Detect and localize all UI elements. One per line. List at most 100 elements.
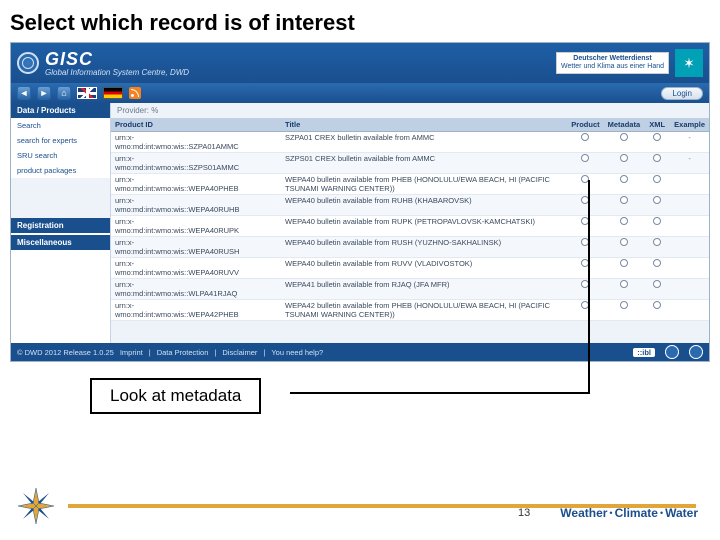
table-row: urn:x-wmo:md:int:wmo:wis::WEPA40RUVVWEPA…: [111, 258, 709, 279]
home-button[interactable]: ⌂: [57, 86, 71, 100]
dwd-badge: Deutscher Wetterdienst Wetter und Klima …: [556, 52, 669, 73]
app-footer: © DWD 2012 Release 1.0.25 Imprint| Data …: [11, 343, 709, 361]
callout-box: Look at metadata: [90, 378, 261, 414]
cell-product-id: urn:x-wmo:md:int:wmo:wis::WEPA40RUSH: [111, 237, 281, 258]
brand-name: GISC: [45, 50, 189, 68]
page-number: 13: [518, 507, 530, 519]
table-row: urn:x-wmo:md:int:wmo:wis::WEPA40RUSHWEPA…: [111, 237, 709, 258]
main-panel: Provider: % Product ID Title Product Met…: [111, 103, 709, 345]
cell-product-id: urn:x-wmo:md:int:wmo:wis::WEPA40RUVV: [111, 258, 281, 279]
radio-xml[interactable]: [653, 301, 661, 309]
sidebar-item-experts[interactable]: search for experts: [11, 133, 110, 148]
table-row: urn:x-wmo:md:int:wmo:wis::SZPA01AMMCSZPA…: [111, 132, 709, 153]
annotation-line-vertical: [588, 180, 590, 394]
app-header: GISC Global Information System Centre, D…: [11, 43, 709, 83]
footer-copyright: © DWD 2012 Release 1.0.25: [17, 348, 114, 357]
cell-title: SZPA01 CREX bulletin available from AMMC: [281, 132, 567, 153]
radio-metadata[interactable]: [620, 238, 628, 246]
wcw-water: Water: [665, 506, 698, 520]
footer-dwd-icon: [665, 345, 679, 359]
col-xml[interactable]: XML: [644, 118, 670, 132]
forward-button[interactable]: ►: [37, 86, 51, 100]
wmo-logo-icon: [17, 52, 39, 74]
cell-title: WEPA40 bulletin available from PHEB (HON…: [281, 174, 567, 195]
footer-wmo-icon: [689, 345, 703, 359]
cell-example: -: [670, 153, 709, 174]
cell-product-id: urn:x-wmo:md:int:wmo:wis::WEPA40PHEB: [111, 174, 281, 195]
cell-title: SZPS01 CREX bulletin available from AMMC: [281, 153, 567, 174]
dwd-tile-icon: ✶: [675, 49, 703, 77]
radio-xml[interactable]: [653, 154, 661, 162]
sidebar-heading-registration[interactable]: Registration: [11, 218, 110, 233]
radio-metadata[interactable]: [620, 175, 628, 183]
radio-metadata[interactable]: [620, 154, 628, 162]
weather-climate-water: Weather • Climate • Water: [560, 506, 698, 520]
cell-example: [670, 300, 709, 321]
radio-xml[interactable]: [653, 133, 661, 141]
provider-label: Provider: %: [111, 103, 709, 118]
cell-title: WEPA40 bulletin available from RUHB (KHA…: [281, 195, 567, 216]
app-window: GISC Global Information System Centre, D…: [10, 42, 710, 362]
col-product[interactable]: Product: [567, 118, 603, 132]
cell-title: WEPA42 bulletin available from PHEB (HON…: [281, 300, 567, 321]
sidebar-heading-data: Data / Products: [11, 103, 110, 118]
table-row: urn:x-wmo:md:int:wmo:wis::WEPA42PHEBWEPA…: [111, 300, 709, 321]
col-title[interactable]: Title: [281, 118, 567, 132]
radio-xml[interactable]: [653, 259, 661, 267]
cell-example: [670, 216, 709, 237]
cell-title: WEPA40 bulletin available from RUPK (PET…: [281, 216, 567, 237]
cell-product-id: urn:x-wmo:md:int:wmo:wis::SZPS01AMMC: [111, 153, 281, 174]
radio-xml[interactable]: [653, 238, 661, 246]
radio-metadata[interactable]: [620, 133, 628, 141]
col-metadata[interactable]: Metadata: [604, 118, 645, 132]
back-button[interactable]: ◄: [17, 86, 31, 100]
radio-product[interactable]: [581, 154, 589, 162]
results-table: Product ID Title Product Metadata XML Ex…: [111, 118, 709, 321]
footer-link-disclaimer[interactable]: Disclaimer: [222, 348, 257, 357]
flag-uk-icon[interactable]: [77, 87, 97, 99]
radio-xml[interactable]: [653, 175, 661, 183]
radio-metadata[interactable]: [620, 196, 628, 204]
dwd-line2: Wetter und Klima aus einer Hand: [561, 63, 664, 71]
radio-xml[interactable]: [653, 217, 661, 225]
radio-metadata[interactable]: [620, 259, 628, 267]
col-example[interactable]: Example: [670, 118, 709, 132]
brand-subtitle: Global Information System Centre, DWD: [45, 68, 189, 77]
cell-example: [670, 237, 709, 258]
app-body: Data / Products Search search for expert…: [11, 103, 709, 345]
cell-product-id: urn:x-wmo:md:int:wmo:wis::WEPA40RUPK: [111, 216, 281, 237]
radio-metadata[interactable]: [620, 280, 628, 288]
sidebar-item-sru[interactable]: SRU search: [11, 148, 110, 163]
col-product-id[interactable]: Product ID: [111, 118, 281, 132]
radio-metadata[interactable]: [620, 217, 628, 225]
cell-product-id: urn:x-wmo:md:int:wmo:wis::SZPA01AMMC: [111, 132, 281, 153]
sidebar: Data / Products Search search for expert…: [11, 103, 111, 345]
dwd-line1: Deutscher Wetterdienst: [561, 55, 664, 63]
cell-example: [670, 258, 709, 279]
sidebar-item-packages[interactable]: product packages: [11, 163, 110, 178]
sidebar-heading-misc[interactable]: Miscellaneous: [11, 235, 110, 250]
radio-metadata[interactable]: [620, 301, 628, 309]
slide-title: Select which record is of interest: [0, 0, 720, 42]
annotation-line-horizontal: [290, 392, 590, 394]
footer-link-imprint[interactable]: Imprint: [120, 348, 143, 357]
cell-title: WEPA40 bulletin available from RUVV (VLA…: [281, 258, 567, 279]
radio-product[interactable]: [581, 133, 589, 141]
radio-xml[interactable]: [653, 280, 661, 288]
footer-link-data-protection[interactable]: Data Protection: [157, 348, 209, 357]
wcw-weather: Weather: [560, 506, 607, 520]
sidebar-item-search[interactable]: Search: [11, 118, 110, 133]
flag-de-icon[interactable]: [103, 87, 123, 99]
cell-title: WEPA40 bulletin available from RUSH (YUZ…: [281, 237, 567, 258]
cell-product-id: urn:x-wmo:md:int:wmo:wis::WEPA42PHEB: [111, 300, 281, 321]
table-row: urn:x-wmo:md:int:wmo:wis::WEPA40RUHBWEPA…: [111, 195, 709, 216]
compass-icon: [16, 486, 56, 526]
footer-link-help[interactable]: You need help?: [271, 348, 323, 357]
radio-xml[interactable]: [653, 196, 661, 204]
cell-example: [670, 195, 709, 216]
cell-product-id: urn:x-wmo:md:int:wmo:wis::WEPA40RUHB: [111, 195, 281, 216]
table-row: urn:x-wmo:md:int:wmo:wis::WLPA41RJAQWEPA…: [111, 279, 709, 300]
cell-title: WEPA41 bulletin available from RJAQ (JFA…: [281, 279, 567, 300]
rss-icon[interactable]: [129, 87, 141, 99]
login-button[interactable]: Login: [661, 87, 703, 100]
